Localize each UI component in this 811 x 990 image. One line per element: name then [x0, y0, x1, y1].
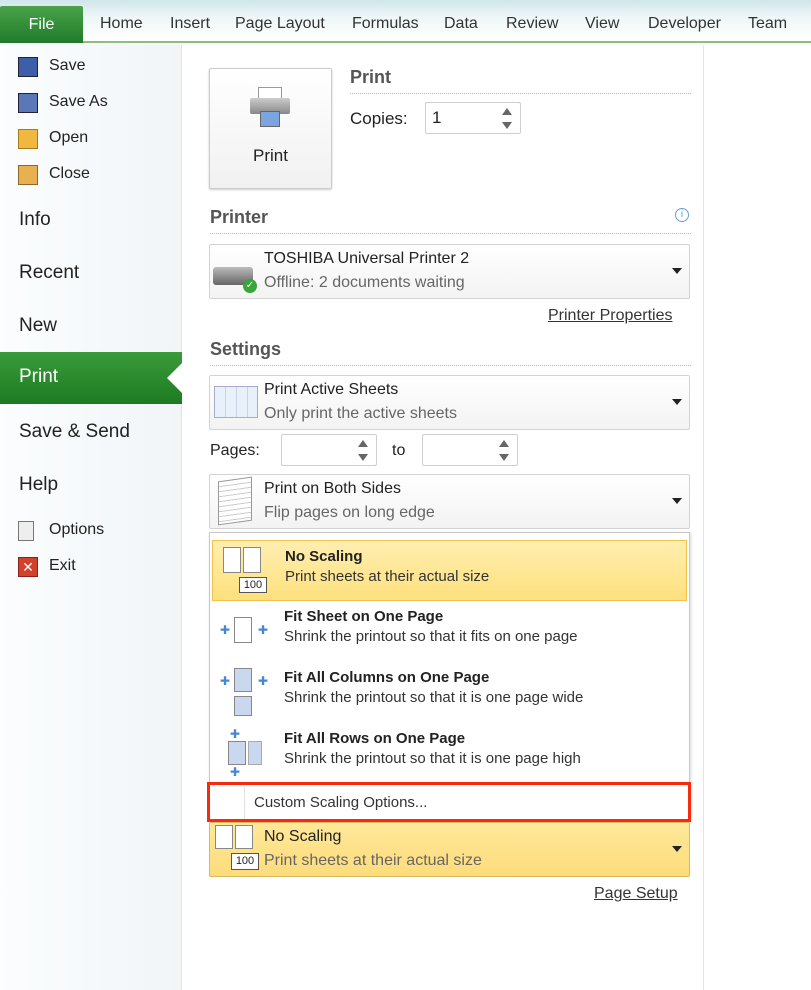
chevron-down-icon [672, 399, 682, 405]
sidebar-item-save-as[interactable]: Save As [18, 93, 108, 113]
print-what-dropdown[interactable]: Print Active Sheets Only print the activ… [209, 375, 690, 430]
settings-heading: Settings [210, 339, 282, 359]
tab-home[interactable]: Home [100, 15, 143, 33]
copies-label: Copies: [350, 109, 408, 128]
copies-stepper[interactable]: 1 [425, 102, 521, 134]
tab-developer[interactable]: Developer [648, 15, 721, 33]
printer-dropdown[interactable]: ✓ TOSHIBA Universal Printer 2 Offline: 2… [209, 244, 690, 299]
tab-file[interactable]: File [0, 6, 83, 43]
chevron-down-icon [672, 846, 682, 852]
print-button[interactable]: Print [209, 68, 332, 189]
sidebar-item-open[interactable]: Open [18, 129, 88, 149]
sidebar-item-save[interactable]: Save [18, 57, 85, 77]
duplex-icon [218, 476, 252, 526]
save-as-icon [18, 93, 38, 113]
tab-formulas[interactable]: Formulas [352, 15, 419, 33]
custom-scaling-options-item[interactable]: Custom Scaling Options... [207, 782, 691, 822]
tab-review[interactable]: Review [506, 15, 558, 33]
printer-icon [250, 87, 290, 127]
scaling-option-no-scaling[interactable]: 100 No Scaling Print sheets at their actu… [212, 540, 687, 601]
pages-from-stepper[interactable] [281, 434, 377, 466]
pages-to-stepper[interactable] [422, 434, 518, 466]
fit-columns-icon: ✚ ✚ [218, 666, 270, 718]
sidebar-item-options[interactable]: Options [18, 521, 104, 541]
scaling-dropdown[interactable]: 100 No Scaling Print sheets at their act… [209, 822, 690, 877]
to-label: to [392, 442, 406, 459]
scaling-option-fit-rows[interactable]: ✚ ✚ Fit All Rows on One Page Shrink the pr… [212, 723, 687, 784]
print-sides-dropdown[interactable]: Print on Both Sides Flip pages on long e… [209, 474, 690, 529]
sidebar-item-exit[interactable]: ✕ Exit [18, 557, 76, 577]
sidebar-item-help[interactable]: Help [19, 474, 58, 496]
tab-team[interactable]: Team [748, 15, 787, 33]
sidebar-item-print[interactable]: Print [0, 352, 182, 404]
page-setup-link[interactable]: Page Setup [594, 885, 678, 903]
sidebar-item-new[interactable]: New [19, 315, 57, 337]
printer-properties-link[interactable]: Printer Properties [548, 307, 673, 325]
no-scaling-icon: 100 [213, 825, 263, 875]
printer-heading: Printer [210, 207, 269, 227]
close-folder-icon [18, 165, 38, 185]
fit-rows-icon: ✚ ✚ [218, 727, 270, 779]
no-scaling-icon: 100 [219, 545, 271, 597]
tab-view[interactable]: View [585, 15, 619, 33]
info-icon[interactable]: i [675, 208, 689, 222]
scaling-menu: 100 No Scaling Print sheets at their actu… [209, 532, 690, 822]
sidebar-item-info[interactable]: Info [19, 209, 51, 231]
sheets-icon [214, 386, 258, 418]
tab-insert[interactable]: Insert [170, 15, 210, 33]
save-icon [18, 57, 38, 77]
printer-status-icon: ✓ [213, 259, 257, 293]
open-folder-icon [18, 129, 38, 149]
tab-data[interactable]: Data [444, 15, 478, 33]
fit-sheet-icon: ✚ ✚ [218, 605, 270, 657]
options-icon [18, 521, 34, 541]
chevron-down-icon [672, 498, 682, 504]
scaling-option-fit-columns[interactable]: ✚ ✚ Fit All Columns on One Page Shrink the… [212, 662, 687, 723]
sidebar-item-recent[interactable]: Recent [19, 262, 79, 284]
ribbon-tabs: File Home Insert Page Layout Formulas Da… [0, 0, 811, 43]
chevron-down-icon [672, 268, 682, 274]
tab-page-layout[interactable]: Page Layout [235, 15, 325, 33]
preview-pane [703, 45, 811, 990]
sidebar-item-save-send[interactable]: Save & Send [19, 421, 130, 443]
print-heading: Print [350, 67, 392, 87]
sidebar-item-close[interactable]: Close [18, 165, 90, 185]
scaling-option-fit-sheet[interactable]: ✚ ✚ Fit Sheet on One Page Shrink the print… [212, 601, 687, 662]
exit-icon: ✕ [18, 557, 38, 577]
backstage-sidebar: Save Save As Open Close Info Recent New … [0, 45, 182, 990]
pages-label: Pages: [210, 442, 260, 459]
print-pane: Print Print Copies: 1 Printer i ✓ TOSHIB… [183, 45, 703, 990]
